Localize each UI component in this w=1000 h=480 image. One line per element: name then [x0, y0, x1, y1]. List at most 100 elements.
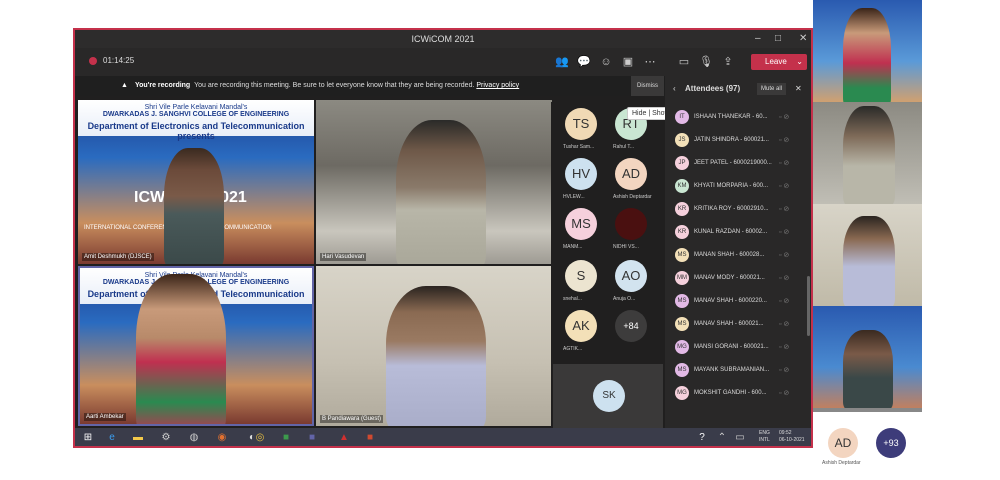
camera-off-icon[interactable]: ▭ — [677, 55, 691, 69]
list-item[interactable]: IT ISHAAN THANEKAR - 60... ▫ ⊘ — [675, 106, 805, 128]
avatar[interactable] — [615, 208, 647, 240]
avatar[interactable]: TS — [565, 108, 597, 140]
mic-off-icon[interactable]: 🎙 — [699, 55, 713, 69]
list-item[interactable]: MG MANSI GORANI - 600021... ▫ ⊘ — [675, 336, 805, 358]
file-explorer-icon[interactable]: ▬ — [131, 431, 145, 445]
teams-icon[interactable]: ■ — [305, 431, 319, 445]
chat-icon[interactable]: 💬 — [577, 55, 591, 69]
teams-window: ICWiCOM 2021 – □ ✕ 01:14:25 👥 💬 ☺ ▣ ⋯ ▭ … — [73, 28, 813, 448]
avatar: KM — [675, 179, 689, 193]
list-item[interactable]: JS JATIN SHINDRA - 600021... ▫ ⊘ — [675, 129, 805, 151]
video-tile[interactable] — [813, 0, 922, 102]
tile-name: Aarti Ambekar — [84, 413, 126, 421]
powerpoint-icon[interactable]: ■ — [363, 431, 377, 445]
avatar[interactable]: AK — [565, 310, 597, 342]
participants-icon[interactable]: 👥 — [555, 55, 569, 69]
video-tile[interactable] — [813, 204, 922, 306]
list-item[interactable]: MM MANAV MODY - 600021... ▫ ⊘ — [675, 267, 805, 289]
participant-video — [386, 286, 486, 426]
attendees-panel: ‹ Attendees (97) Mute all ✕ IT ISHAAN THA… — [665, 76, 811, 446]
tile-name: Hari Vasudevan — [320, 253, 367, 261]
attendee-name: JATIN SHINDRA - 600021... — [694, 137, 769, 143]
avatar-label: NIDHI VS... — [613, 244, 639, 250]
edge-icon[interactable]: e — [105, 431, 119, 445]
avatar-label: Ashish Deptardar — [613, 194, 652, 200]
list-item[interactable]: MS MANAV SHAH - 6000220... ▫ ⊘ — [675, 290, 805, 312]
firefox-icon[interactable]: ◉ — [215, 431, 229, 445]
meeting-timer: 01:14:25 — [103, 56, 135, 65]
app-icon[interactable]: ◍ — [187, 431, 201, 445]
avatar[interactable]: MS — [565, 208, 597, 240]
avatar[interactable]: AD — [615, 158, 647, 190]
avatar: SK — [593, 380, 625, 412]
acrobat-icon[interactable]: ▲ — [337, 431, 351, 445]
chevron-down-icon[interactable]: ⌄ — [796, 54, 803, 70]
overflow-count[interactable]: +84 — [615, 310, 647, 342]
list-item[interactable]: KR KRITIKA ROY - 60002910... ▫ ⊘ — [675, 198, 805, 220]
maximize-icon[interactable]: □ — [775, 30, 781, 48]
video-tile-aarti[interactable]: Shri Vile Parle Kelavani Mandal's DWARKA… — [78, 266, 314, 426]
privacy-policy-link[interactable]: Privacy policy — [476, 82, 519, 89]
clock[interactable]: 09:52 06-10-2021 — [779, 430, 805, 444]
dismiss-button[interactable]: Dismiss — [631, 76, 664, 96]
close-icon[interactable]: ✕ — [799, 30, 807, 48]
avatar[interactable]: AD — [828, 428, 858, 458]
list-item[interactable]: MG MOKSHIT GANDHI - 600... ▫ ⊘ — [675, 382, 805, 404]
control-panel-icon[interactable]: ⚙ — [159, 431, 173, 445]
avatar: MS — [675, 317, 689, 331]
list-item[interactable]: MS MANAN SHAH - 600028... ▫ ⊘ — [675, 244, 805, 266]
region: INTL — [759, 437, 770, 443]
list-item[interactable]: JP JEET PATEL - 6000219000... ▫ ⊘ — [675, 152, 805, 174]
mic-off-icon: ▫ ⊘ — [779, 114, 790, 121]
excel-icon[interactable]: ■ — [279, 431, 293, 445]
language-indicator[interactable]: ENG INTL — [759, 430, 770, 444]
recording-dot-icon — [89, 57, 97, 65]
participant-video — [843, 8, 891, 102]
more-actions-icon[interactable]: ⋯ — [643, 55, 657, 69]
avatar: JS — [675, 133, 689, 147]
overflow-count[interactable]: +93 — [876, 428, 906, 458]
network-icon[interactable]: ▭ — [733, 431, 747, 445]
help-icon[interactable]: ? — [695, 431, 709, 445]
avatar: KR — [675, 202, 689, 216]
back-icon[interactable]: ‹ — [673, 76, 676, 102]
window-title: ICWiCOM 2021 — [411, 34, 475, 44]
participant-avatar-grid: TS Tushar Sam... RT Rahul T... HV HVLEW.… — [551, 102, 666, 442]
video-tile[interactable] — [813, 102, 922, 204]
minimize-icon[interactable]: – — [755, 30, 761, 48]
share-icon[interactable]: ⇪ — [721, 55, 735, 69]
list-item[interactable]: KM KHYATI MORPARIA - 600... ▫ ⊘ — [675, 175, 805, 197]
rooms-icon[interactable]: ▣ — [621, 55, 635, 69]
participant-video — [843, 106, 895, 204]
reactions-icon[interactable]: ☺ — [599, 55, 613, 69]
video-tile-amit[interactable]: Shri Vile Parle Kelavani Mandal's DWARKA… — [78, 100, 314, 264]
list-item[interactable]: MS MAYANK SUBRAMANIAN... ▫ ⊘ — [675, 359, 805, 381]
attendees-title: Attendees (97) — [685, 84, 741, 93]
leave-button[interactable]: Leave ⌄ — [751, 54, 807, 70]
list-item[interactable]: MS MANAV SHAH - 600021... ▫ ⊘ — [675, 313, 805, 335]
avatar[interactable]: AO — [615, 260, 647, 292]
close-panel-icon[interactable]: ✕ — [795, 76, 802, 102]
avatar[interactable]: HV — [565, 158, 597, 190]
chrome-icon[interactable]: ◎ — [253, 431, 267, 445]
meeting-toolbar: 01:14:25 👥 💬 ☺ ▣ ⋯ ▭ 🎙 ⇪ Leave ⌄ — [75, 48, 811, 76]
video-tile-hari[interactable]: Hari Vasudevan — [316, 100, 552, 264]
list-item[interactable]: KR KUNAL RAZDAN - 60002... ▫ ⊘ — [675, 221, 805, 243]
avatar: MG — [675, 340, 689, 354]
tray-icon[interactable]: ⌃ — [715, 431, 729, 445]
attendee-name: MAYANK SUBRAMANIAN... — [694, 367, 770, 373]
self-video-tile: SK — [553, 364, 663, 428]
slide-college-line1: Shri Vile Parle Kelavani Mandal's — [144, 104, 248, 111]
attendee-name: MANAV SHAH - 6000220... — [694, 298, 767, 304]
video-tile-pandiawara[interactable]: B Pandiawara (Guest) — [316, 266, 552, 426]
scrollbar[interactable] — [807, 276, 810, 336]
avatar: KR — [675, 225, 689, 239]
windows-start-icon[interactable]: ⊞ — [81, 431, 95, 445]
mute-all-button[interactable]: Mute all — [757, 83, 787, 95]
video-tile[interactable] — [813, 306, 922, 408]
recording-banner-text: You are recording this meeting. Be sure … — [194, 82, 475, 89]
tooltip-hide: Hide — [632, 110, 647, 117]
time: 09:52 — [779, 430, 792, 436]
avatar[interactable]: S — [565, 260, 597, 292]
avatar: MS — [675, 248, 689, 262]
